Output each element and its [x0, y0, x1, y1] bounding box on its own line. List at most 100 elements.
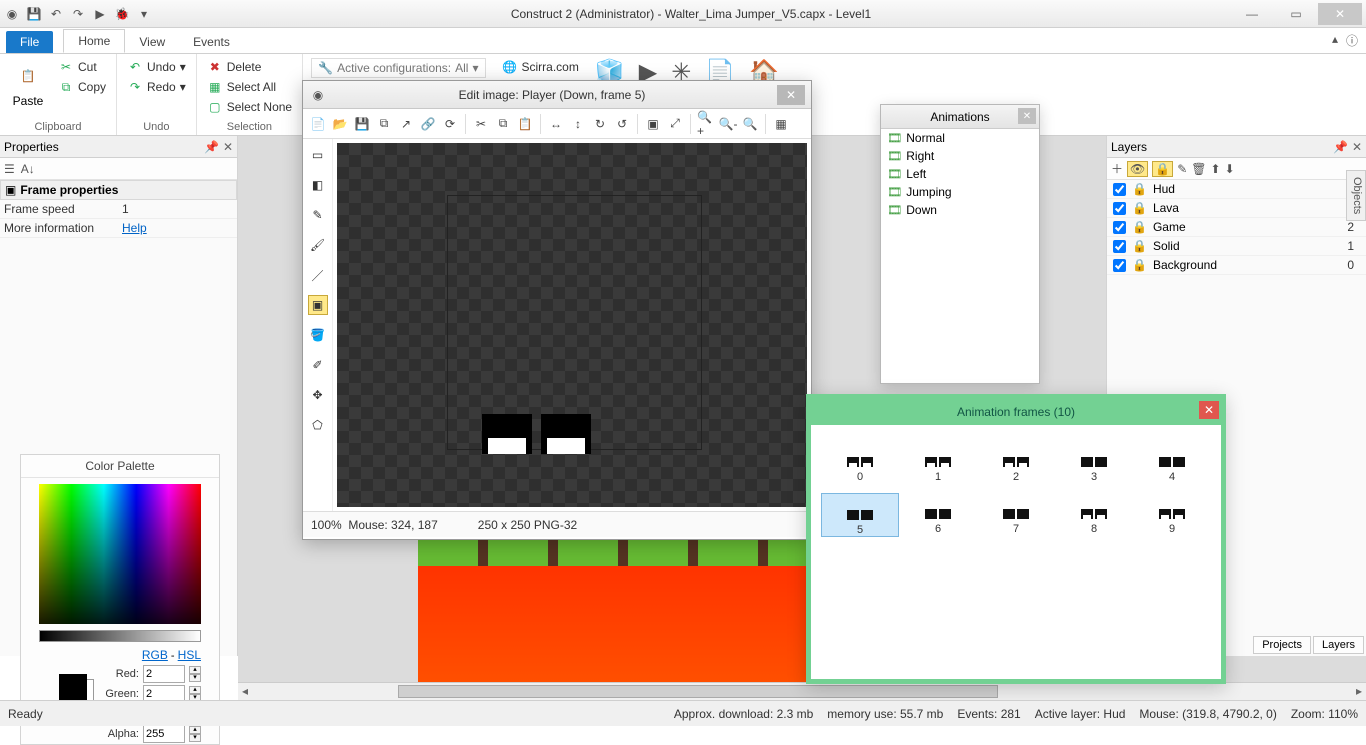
lock-icon[interactable]: 🔒: [1132, 201, 1147, 215]
pencil-tool-icon[interactable]: ✎: [308, 205, 328, 225]
animation-item[interactable]: 🎞Right: [881, 147, 1039, 165]
select-tool-icon[interactable]: ▭: [308, 145, 328, 165]
help-icon[interactable]: ⓘ: [1346, 32, 1358, 49]
layer-item[interactable]: 🔒Hud4: [1107, 180, 1366, 199]
move-down-icon[interactable]: ⬇: [1225, 162, 1235, 176]
zoom-out-icon[interactable]: 🔍-: [719, 115, 737, 133]
rotate-cw-icon[interactable]: ↻: [591, 115, 609, 133]
duplicate-icon[interactable]: ⧉: [375, 115, 393, 133]
frame-cell[interactable]: 7: [977, 493, 1055, 537]
categorized-icon[interactable]: ☰: [4, 162, 15, 176]
save-icon[interactable]: 💾: [353, 115, 371, 133]
crop-icon[interactable]: ▣: [644, 115, 662, 133]
paste-icon[interactable]: 📋: [516, 115, 534, 133]
tab-file[interactable]: File: [6, 31, 53, 53]
cut-icon[interactable]: ✂: [472, 115, 490, 133]
hsl-mode-link[interactable]: HSL: [178, 648, 201, 662]
redo-button[interactable]: ↷Redo ▾: [125, 78, 188, 96]
frame-cell[interactable]: 0: [821, 441, 899, 483]
fill-tool-icon[interactable]: 🪣: [308, 325, 328, 345]
animation-item[interactable]: 🎞Left: [881, 165, 1039, 183]
layer-item[interactable]: 🔒Lava3: [1107, 199, 1366, 218]
tab-events[interactable]: Events: [179, 31, 244, 53]
lock-icon[interactable]: 🔒: [1132, 239, 1147, 253]
animation-item[interactable]: 🎞Jumping: [881, 183, 1039, 201]
layer-visible-checkbox[interactable]: [1113, 183, 1126, 196]
delete-button[interactable]: ✖Delete: [205, 58, 294, 76]
active-config-dropdown[interactable]: 🔧 Active configurations: All ▾: [311, 58, 485, 78]
layer-visible-checkbox[interactable]: [1113, 240, 1126, 253]
property-row[interactable]: More information Help: [0, 219, 237, 238]
frame-cell[interactable]: 8: [1055, 493, 1133, 537]
spin-up[interactable]: ▴: [189, 666, 201, 674]
frame-cell[interactable]: 3: [1055, 441, 1133, 483]
rgb-mode-link[interactable]: RGB: [142, 648, 168, 662]
close-button[interactable]: ✕: [1018, 108, 1036, 124]
close-icon[interactable]: ✕: [1352, 140, 1362, 154]
brush-tool-icon[interactable]: 🖌: [308, 235, 328, 255]
ribbon-collapse-icon[interactable]: ▴: [1332, 32, 1338, 49]
scrollbar-thumb[interactable]: [398, 685, 998, 698]
alpha-input[interactable]: [143, 725, 185, 743]
close-icon[interactable]: ✕: [223, 140, 233, 154]
help-link[interactable]: Help: [122, 221, 147, 235]
animation-item[interactable]: 🎞Normal: [881, 129, 1039, 147]
zoom-fit-icon[interactable]: 🔍: [741, 115, 759, 133]
move-up-icon[interactable]: ⬆: [1211, 162, 1221, 176]
image-canvas[interactable]: [337, 143, 807, 507]
chevron-down-icon[interactable]: ▾: [180, 60, 186, 74]
open-icon[interactable]: 📂: [331, 115, 349, 133]
frame-cell[interactable]: 5: [821, 493, 899, 537]
close-button[interactable]: ✕: [777, 85, 805, 105]
polygon-tool-icon[interactable]: ⬠: [308, 415, 328, 435]
paste-button[interactable]: 📋 Paste: [8, 58, 48, 110]
close-button[interactable]: ✕: [1318, 3, 1362, 25]
maximize-button[interactable]: ▭: [1274, 3, 1318, 25]
add-layer-icon[interactable]: ＋: [1111, 160, 1123, 177]
copy-button[interactable]: ⧉Copy: [56, 78, 108, 96]
select-none-button[interactable]: ▢Select None: [205, 98, 294, 116]
undo-button[interactable]: ↶Undo ▾: [125, 58, 188, 76]
run-icon[interactable]: ▶: [92, 6, 108, 22]
layer-item[interactable]: 🔒Solid1: [1107, 237, 1366, 256]
lock-icon[interactable]: 🔒: [1152, 161, 1173, 177]
eraser-tool-icon[interactable]: ◧: [308, 175, 328, 195]
reload-icon[interactable]: ⟳: [441, 115, 459, 133]
undo-icon[interactable]: ↶: [48, 6, 64, 22]
properties-group-header[interactable]: ▣ Frame properties: [0, 180, 237, 200]
export-icon[interactable]: ↗: [397, 115, 415, 133]
layer-item[interactable]: 🔒Game2: [1107, 218, 1366, 237]
new-icon[interactable]: 📄: [309, 115, 327, 133]
tab-layers[interactable]: Layers: [1313, 636, 1364, 654]
rotate-ccw-icon[interactable]: ↺: [613, 115, 631, 133]
lock-icon[interactable]: 🔒: [1132, 258, 1147, 272]
minimize-button[interactable]: —: [1230, 3, 1274, 25]
frame-cell[interactable]: 9: [1133, 493, 1211, 537]
objects-side-tab[interactable]: Objects: [1346, 170, 1366, 221]
flip-h-icon[interactable]: ↔: [547, 115, 565, 133]
frame-cell[interactable]: 2: [977, 441, 1055, 483]
spin-down[interactable]: ▾: [189, 674, 201, 682]
alphabetical-icon[interactable]: A↓: [21, 162, 35, 176]
link-icon[interactable]: 🔗: [419, 115, 437, 133]
layer-item[interactable]: 🔒Background0: [1107, 256, 1366, 275]
color-swatch[interactable]: [59, 674, 87, 702]
delete-layer-icon[interactable]: 🗑: [1191, 162, 1206, 176]
red-input[interactable]: [143, 665, 185, 683]
redo-icon[interactable]: ↷: [70, 6, 86, 22]
visibility-icon[interactable]: 👁: [1127, 161, 1148, 177]
layer-visible-checkbox[interactable]: [1113, 202, 1126, 215]
lock-icon[interactable]: 🔒: [1132, 220, 1147, 234]
close-button[interactable]: ✕: [1199, 401, 1219, 419]
line-tool-icon[interactable]: ／: [308, 265, 328, 285]
select-all-button[interactable]: ▦Select All: [205, 78, 294, 96]
pin-icon[interactable]: 📌: [204, 140, 219, 154]
resize-icon[interactable]: ⤢: [666, 115, 684, 133]
chevron-down-icon[interactable]: ▾: [180, 80, 186, 94]
frame-cell[interactable]: 1: [899, 441, 977, 483]
picker-tool-icon[interactable]: ✐: [308, 355, 328, 375]
lock-icon[interactable]: 🔒: [1132, 182, 1147, 196]
zoom-in-icon[interactable]: 🔍+: [697, 115, 715, 133]
cut-button[interactable]: ✂Cut: [56, 58, 108, 76]
frame-cell[interactable]: 6: [899, 493, 977, 537]
